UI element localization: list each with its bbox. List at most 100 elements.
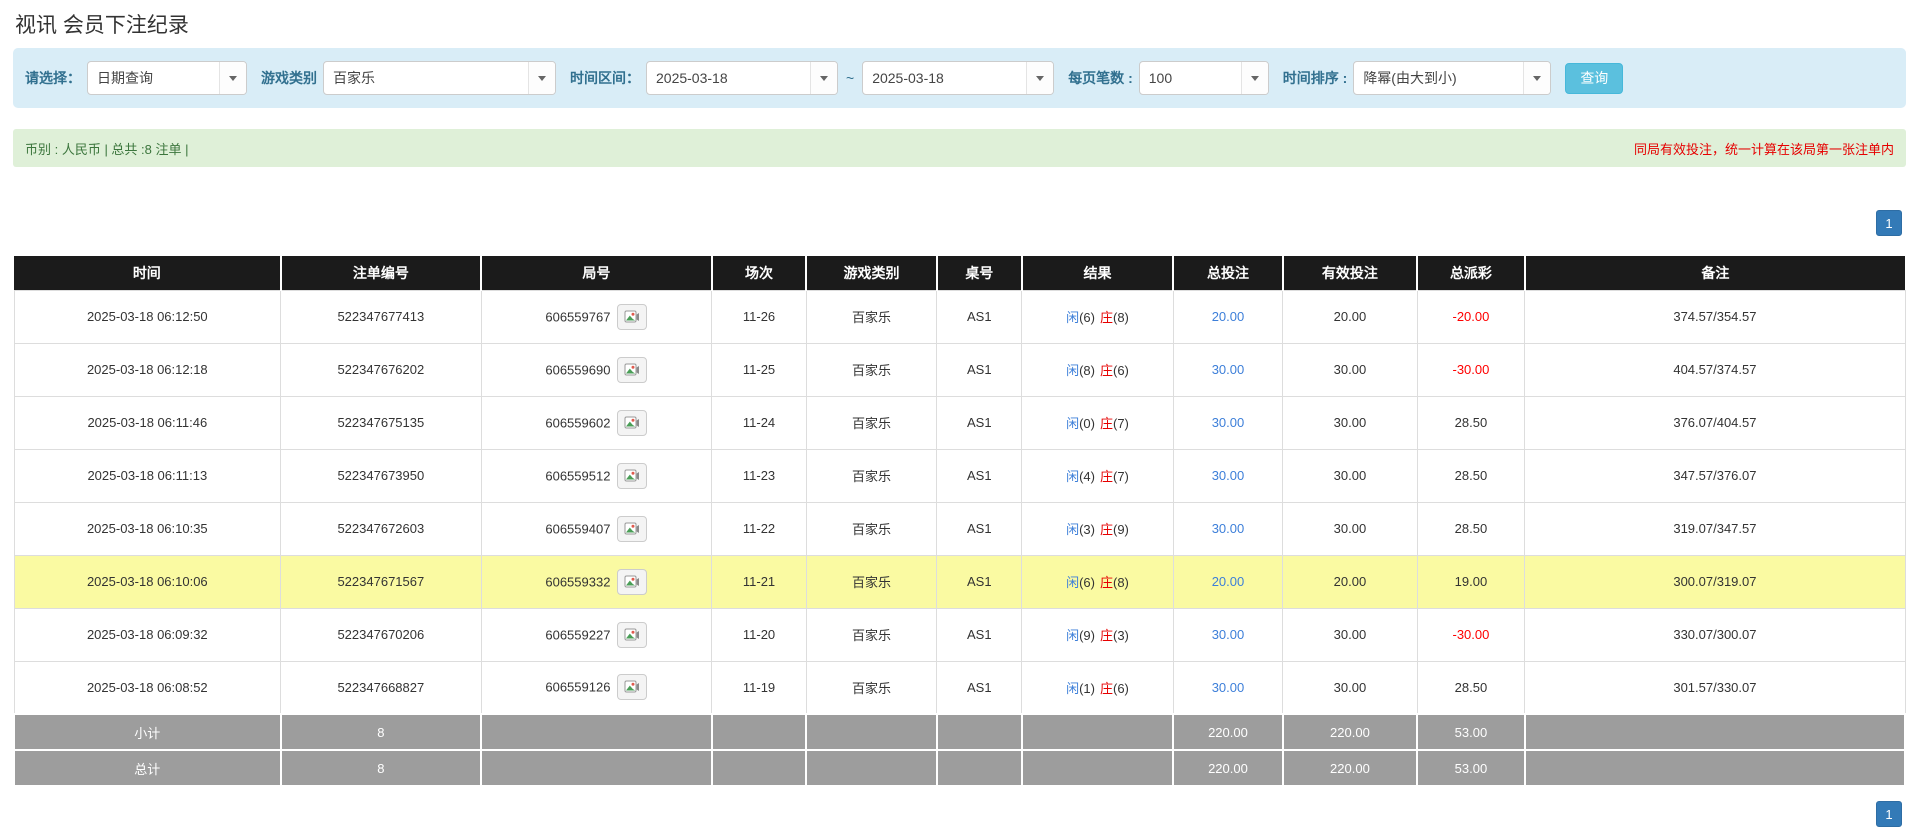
banker-result: 庄: [1099, 680, 1113, 696]
cell-time: 2025-03-18 06:11:13: [13, 448, 282, 503]
cell-game: 百家乐: [805, 395, 938, 450]
cell-total-bet-link[interactable]: 30.00: [1172, 607, 1284, 662]
cell-session: 11-20: [711, 607, 807, 662]
video-replay-icon: [624, 310, 640, 322]
chevron-down-icon: [1523, 62, 1551, 94]
date-to-picker[interactable]: 2025-03-18: [862, 61, 1055, 95]
cell-result: 闲(3) 庄(9): [1021, 501, 1174, 556]
cell-note: 374.57/354.57: [1524, 289, 1906, 344]
banker-result: 庄: [1099, 310, 1113, 325]
cell-time: 2025-03-18 06:12:18: [13, 342, 282, 397]
table-row: 2025-03-18 06:12:50 522347677413 6065597…: [13, 289, 1906, 344]
video-replay-icon: [624, 522, 640, 534]
totals-valid-bet: 220.00: [1281, 749, 1419, 787]
bet-records-table: 时间 注单编号 局号 场次 游戏类别 桌号 结果 总投注 有效投注 总派彩 备注 2025-03-1…: [13, 256, 1907, 787]
cell-session: 11-23: [711, 448, 807, 503]
cell-total-bet-link[interactable]: 30.00: [1172, 660, 1284, 715]
page-button-1[interactable]: 1: [1876, 210, 1902, 236]
cell-session: 11-22: [711, 501, 807, 556]
video-replay-button[interactable]: [617, 515, 648, 542]
header-cell: 游戏类别: [806, 256, 938, 290]
cell-note: 347.57/376.07: [1524, 448, 1906, 503]
cell-total-bet-link[interactable]: 30.00: [1172, 448, 1284, 503]
banker-result: 庄: [1099, 522, 1113, 537]
cell-note: 319.07/347.57: [1524, 501, 1906, 556]
video-replay-button[interactable]: [617, 462, 648, 489]
time-sort-label: 时间排序 :: [1282, 70, 1348, 86]
banker-result: 庄: [1099, 628, 1113, 643]
video-replay-icon: [624, 628, 640, 640]
video-replay-button[interactable]: [617, 303, 648, 330]
cell-game: 百家乐: [805, 607, 938, 662]
video-replay-button[interactable]: [617, 621, 648, 648]
table-header-row: 时间 注单编号 局号 场次 游戏类别 桌号 结果 总投注 有效投注 总派彩 备注: [14, 256, 1905, 290]
cell-table: AS1: [936, 448, 1023, 503]
totals-row: 小计 8 220.00 220.00 53.00: [13, 713, 1907, 751]
cell-round: 606559332: [480, 554, 713, 609]
per-page-value: 100: [1148, 70, 1173, 86]
cell-result: 闲(1) 庄(6): [1021, 660, 1174, 715]
cell-total-bet-link[interactable]: 20.00: [1172, 289, 1284, 344]
time-sort-select[interactable]: 降幂(由大到小): [1353, 61, 1552, 95]
cell-total-bet-link[interactable]: 30.00: [1172, 501, 1284, 556]
player-result: 闲: [1066, 469, 1080, 484]
totals-count: 8: [279, 749, 483, 787]
header-cell: 总投注: [1173, 256, 1284, 290]
banker-result: 庄: [1099, 416, 1113, 431]
cell-result: 闲(4) 庄(7): [1021, 448, 1174, 503]
cell-time: 2025-03-18 06:12:50: [13, 289, 282, 344]
cell-table: AS1: [936, 501, 1023, 556]
table-row: 2025-03-18 06:08:52 522347668827 6065591…: [13, 660, 1906, 715]
cell-table: AS1: [936, 660, 1023, 715]
cell-bet-id: 522347670206: [280, 607, 482, 662]
totals-payout: 53.00: [1416, 713, 1526, 751]
chevron-down-icon: [219, 62, 246, 94]
cell-total-bet-link[interactable]: 20.00: [1172, 554, 1284, 609]
video-replay-icon: [624, 575, 640, 587]
table-foot: 小计 8 220.00 220.00 53.00 总计 8 220.00 220…: [13, 713, 1907, 787]
table-body: 2025-03-18 06:12:50 522347677413 6065597…: [13, 289, 1906, 715]
totals-label: 总计: [13, 749, 282, 787]
cell-round: 606559126: [480, 660, 713, 715]
cell-total-bet-link[interactable]: 30.00: [1172, 395, 1284, 450]
page-button-1-bottom[interactable]: 1: [1876, 801, 1902, 827]
cell-session: 11-21: [711, 554, 807, 609]
chevron-down-icon: [1026, 62, 1054, 94]
table-row: 2025-03-18 06:10:35 522347672603 6065594…: [13, 501, 1906, 556]
cell-payout: -20.00: [1416, 289, 1526, 344]
video-replay-button[interactable]: [617, 409, 648, 436]
date-from-picker[interactable]: 2025-03-18: [646, 61, 838, 95]
header-cell: 备注: [1524, 256, 1905, 290]
search-button[interactable]: 查询: [1565, 62, 1624, 94]
cell-total-bet-link[interactable]: 30.00: [1172, 342, 1284, 397]
cell-valid-bet: 30.00: [1282, 607, 1418, 662]
totals-payout: 53.00: [1416, 749, 1526, 787]
cell-payout: 28.50: [1416, 395, 1526, 450]
page-title: 视讯 会员下注纪录: [15, 14, 189, 37]
cell-table: AS1: [936, 289, 1023, 344]
range-separator: ~: [846, 70, 855, 86]
video-replay-button[interactable]: [617, 674, 648, 701]
player-result: 闲: [1066, 310, 1080, 325]
cell-table: AS1: [936, 395, 1023, 450]
per-page-select[interactable]: 100: [1138, 61, 1269, 95]
chevron-down-icon: [528, 62, 555, 94]
cell-valid-bet: 30.00: [1282, 448, 1418, 503]
date-to-value: 2025-03-18: [872, 70, 944, 86]
per-page-label: 每页笔数 :: [1068, 70, 1133, 86]
cell-note: 301.57/330.07: [1524, 660, 1906, 715]
query-type-value: 日期查询: [97, 70, 153, 86]
header-cell: 时间: [14, 256, 282, 290]
cell-bet-id: 522347676202: [280, 342, 482, 397]
video-replay-icon: [624, 680, 640, 693]
video-replay-button[interactable]: [617, 568, 648, 595]
cell-note: 330.07/300.07: [1524, 607, 1906, 662]
game-type-select[interactable]: 百家乐: [323, 61, 556, 95]
cell-game: 百家乐: [805, 289, 938, 344]
query-type-select[interactable]: 日期查询: [87, 61, 247, 95]
video-replay-button[interactable]: [617, 356, 648, 383]
cell-payout: 19.00: [1416, 554, 1526, 609]
cell-session: 11-25: [711, 342, 807, 397]
player-result: 闲: [1066, 363, 1080, 378]
cell-bet-id: 522347677413: [280, 289, 482, 344]
